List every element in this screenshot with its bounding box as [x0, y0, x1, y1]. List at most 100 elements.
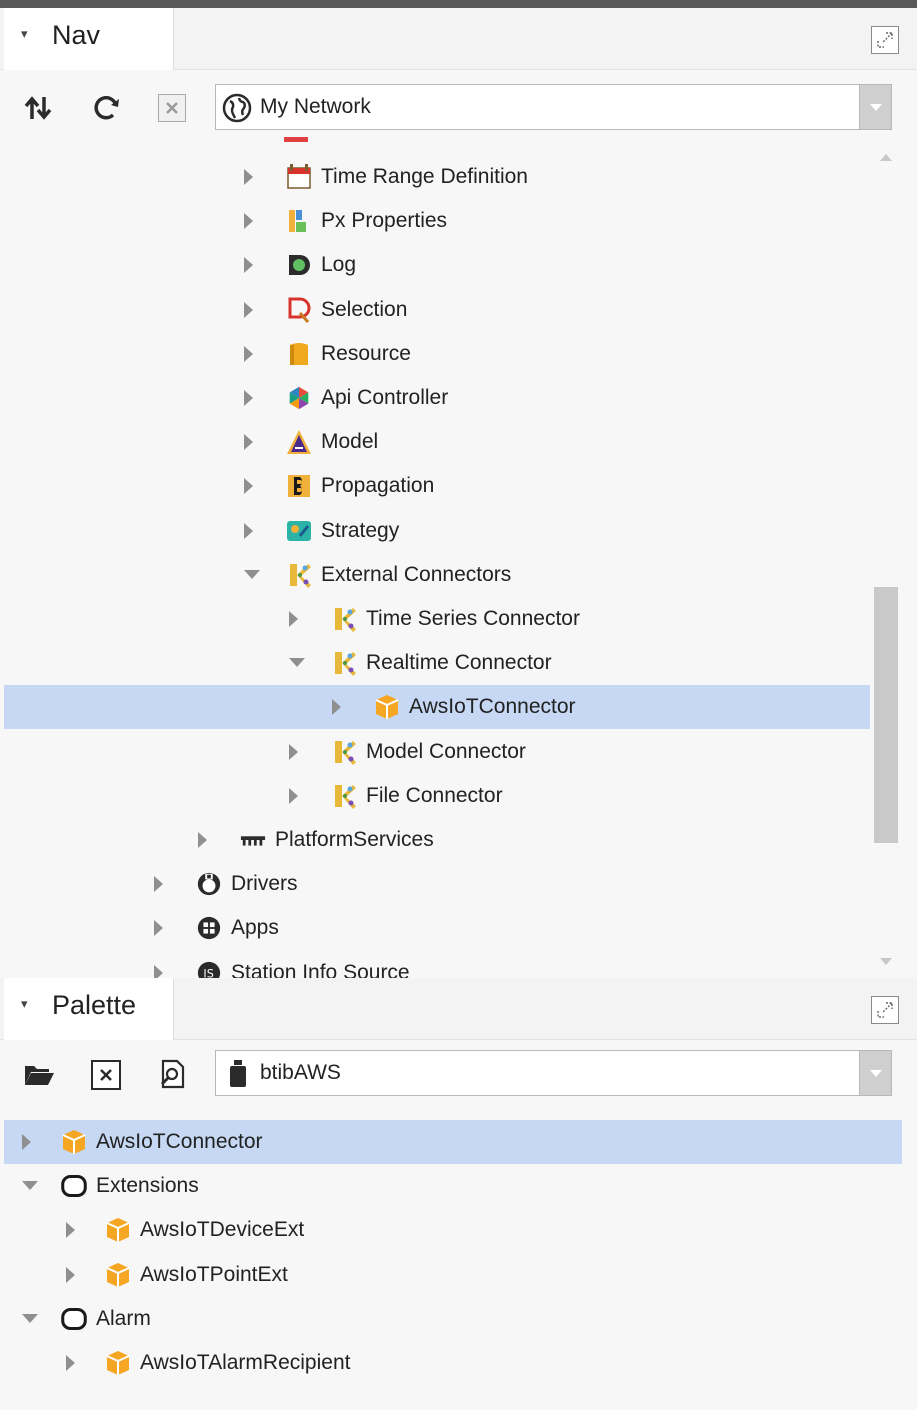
cube-icon	[105, 1350, 131, 1376]
scroll-down-arrow-icon[interactable]	[880, 958, 892, 965]
close-location-icon[interactable]	[158, 94, 186, 122]
collapsed-caret-icon[interactable]	[244, 522, 253, 539]
connector-icon	[286, 562, 312, 588]
tree-node-api-controller[interactable]: Api Controller	[4, 376, 870, 420]
scroll-up-arrow-icon[interactable]	[880, 154, 892, 161]
tree-node-label: Realtime Connector	[366, 651, 552, 675]
partial-row-icon	[284, 137, 308, 142]
collapsed-caret-icon[interactable]	[244, 390, 253, 406]
calendar-icon	[286, 164, 312, 190]
collapsed-caret-icon[interactable]	[22, 1134, 31, 1150]
tree-node-drivers[interactable]: Drivers	[4, 862, 870, 906]
close-palette-icon[interactable]	[91, 1060, 121, 1090]
tree-node-label: AwsIoTConnector	[409, 695, 576, 719]
sort-arrows-icon[interactable]	[22, 92, 54, 124]
collapsed-caret-icon[interactable]	[289, 743, 298, 760]
collapsed-caret-icon[interactable]	[154, 876, 163, 893]
tree-node-label: Px Properties	[321, 209, 448, 233]
tree-node-file-connector[interactable]: File Connector	[4, 774, 870, 818]
collapsed-caret-icon[interactable]	[332, 699, 341, 716]
refresh-icon[interactable]	[88, 90, 124, 126]
palette-title: Palette	[52, 990, 137, 1020]
tree-node-pal-aws-iot-connector[interactable]: AwsIoTConnector	[4, 1120, 902, 1164]
collapsed-caret-icon[interactable]	[244, 478, 253, 495]
tree-node-selection[interactable]: Selection	[4, 288, 870, 332]
nav-title: Nav	[52, 20, 101, 50]
palette-tab[interactable]: ▾ Palette	[4, 978, 174, 1040]
tree-node-label: AwsIoTConnector	[96, 1130, 263, 1153]
tree-node-aws-iot-point-ext[interactable]: AwsIoTPointExt	[4, 1253, 902, 1297]
collapsed-caret-icon[interactable]	[154, 964, 163, 978]
tree-node-external-connectors[interactable]: External Connectors	[4, 553, 870, 597]
tree-node-strategy[interactable]: Strategy	[4, 509, 870, 553]
collapsed-caret-icon[interactable]	[66, 1222, 75, 1239]
tree-node-model-connector[interactable]: Model Connector	[4, 730, 870, 774]
collapsed-caret-icon[interactable]	[244, 434, 253, 451]
palette-module-select[interactable]: btibAWS	[215, 1050, 892, 1096]
collapse-caret-icon[interactable]: ▾	[21, 996, 28, 1012]
chevron-down-icon[interactable]	[859, 85, 891, 129]
open-folder-icon[interactable]	[22, 1062, 56, 1088]
collapsed-caret-icon[interactable]	[289, 611, 298, 627]
tree-node-label: Time Range Definition	[321, 165, 528, 188]
chevron-down-icon[interactable]	[859, 1051, 891, 1095]
collapsed-caret-icon[interactable]	[244, 169, 253, 185]
tree-node-label: AwsIoTDeviceExt	[140, 1218, 305, 1242]
tree-node-propagation[interactable]: Propagation	[4, 464, 870, 508]
collapsed-caret-icon[interactable]	[66, 1266, 75, 1283]
collapsed-caret-icon[interactable]	[198, 832, 207, 848]
palette-maximize-button[interactable]	[871, 996, 899, 1024]
station-info-icon: IS	[196, 960, 222, 978]
expanded-caret-icon[interactable]	[244, 569, 260, 579]
tree-node-label: AwsIoTPointExt	[140, 1262, 288, 1286]
tree-node-time-series-connector[interactable]: Time Series Connector	[4, 597, 870, 641]
tree-node-platform-services[interactable]: PlatformServices	[4, 818, 870, 862]
folder-ring-icon	[61, 1306, 87, 1332]
collapsed-caret-icon[interactable]	[66, 1355, 75, 1371]
palette-panel-header: ▾ Palette	[0, 978, 917, 1040]
collapsed-caret-icon[interactable]	[289, 787, 298, 804]
nav-panel-header: ▾ Nav	[0, 8, 917, 70]
strategy-icon	[286, 518, 312, 544]
tree-node-realtime-connector[interactable]: Realtime Connector	[4, 641, 870, 685]
tree-node-model[interactable]: Model	[4, 420, 870, 464]
tree-node-extensions[interactable]: Extensions	[4, 1164, 902, 1208]
tree-node-time-range-definition[interactable]: Time Range Definition	[4, 155, 870, 199]
tree-node-label: Strategy	[321, 518, 400, 542]
tree-node-aws-iot-alarm-recipient[interactable]: AwsIoTAlarmRecipient	[4, 1341, 902, 1385]
connector-icon	[331, 739, 357, 765]
tree-node-label: PlatformServices	[275, 828, 434, 851]
tree-node-station-info-source[interactable]: IS Station Info Source	[4, 951, 870, 978]
tree-node-label: Apps	[231, 916, 279, 940]
collapsed-caret-icon[interactable]	[244, 213, 253, 230]
collapsed-caret-icon[interactable]	[244, 345, 253, 362]
palette-module-value: btibAWS	[260, 1061, 341, 1084]
nav-toolbar: My Network	[0, 70, 917, 137]
tree-node-alarm[interactable]: Alarm	[4, 1297, 902, 1341]
expanded-caret-icon[interactable]	[22, 1181, 38, 1191]
collapse-caret-icon[interactable]: ▾	[21, 26, 28, 42]
nav-scrollbar-thumb[interactable]	[874, 587, 898, 843]
collapsed-caret-icon[interactable]	[244, 257, 253, 274]
expanded-caret-icon[interactable]	[289, 658, 305, 668]
tree-node-apps[interactable]: Apps	[4, 906, 870, 950]
connector-icon	[331, 650, 357, 677]
nav-location-select[interactable]: My Network	[215, 84, 892, 130]
tree-node-aws-iot-connector[interactable]: AwsIoTConnector	[4, 685, 870, 730]
connector-icon	[331, 606, 357, 632]
tree-node-aws-iot-device-ext[interactable]: AwsIoTDeviceExt	[4, 1208, 902, 1252]
model-icon	[286, 429, 312, 455]
tree-node-log[interactable]: Log	[4, 243, 870, 287]
tree-node-label: Drivers	[231, 872, 298, 896]
expanded-caret-icon[interactable]	[22, 1313, 38, 1323]
find-palette-icon[interactable]	[156, 1058, 186, 1090]
nav-maximize-button[interactable]	[871, 26, 899, 54]
palette-toolbar: btibAWS	[0, 1040, 917, 1110]
maximize-icon	[877, 32, 893, 48]
nav-tab[interactable]: ▾ Nav	[4, 8, 174, 70]
tree-node-resource[interactable]: Resource	[4, 332, 870, 376]
collapsed-caret-icon[interactable]	[154, 920, 163, 937]
platform-services-icon	[240, 827, 266, 853]
tree-node-px-properties[interactable]: Px Properties	[4, 199, 870, 243]
collapsed-caret-icon[interactable]	[244, 301, 253, 318]
